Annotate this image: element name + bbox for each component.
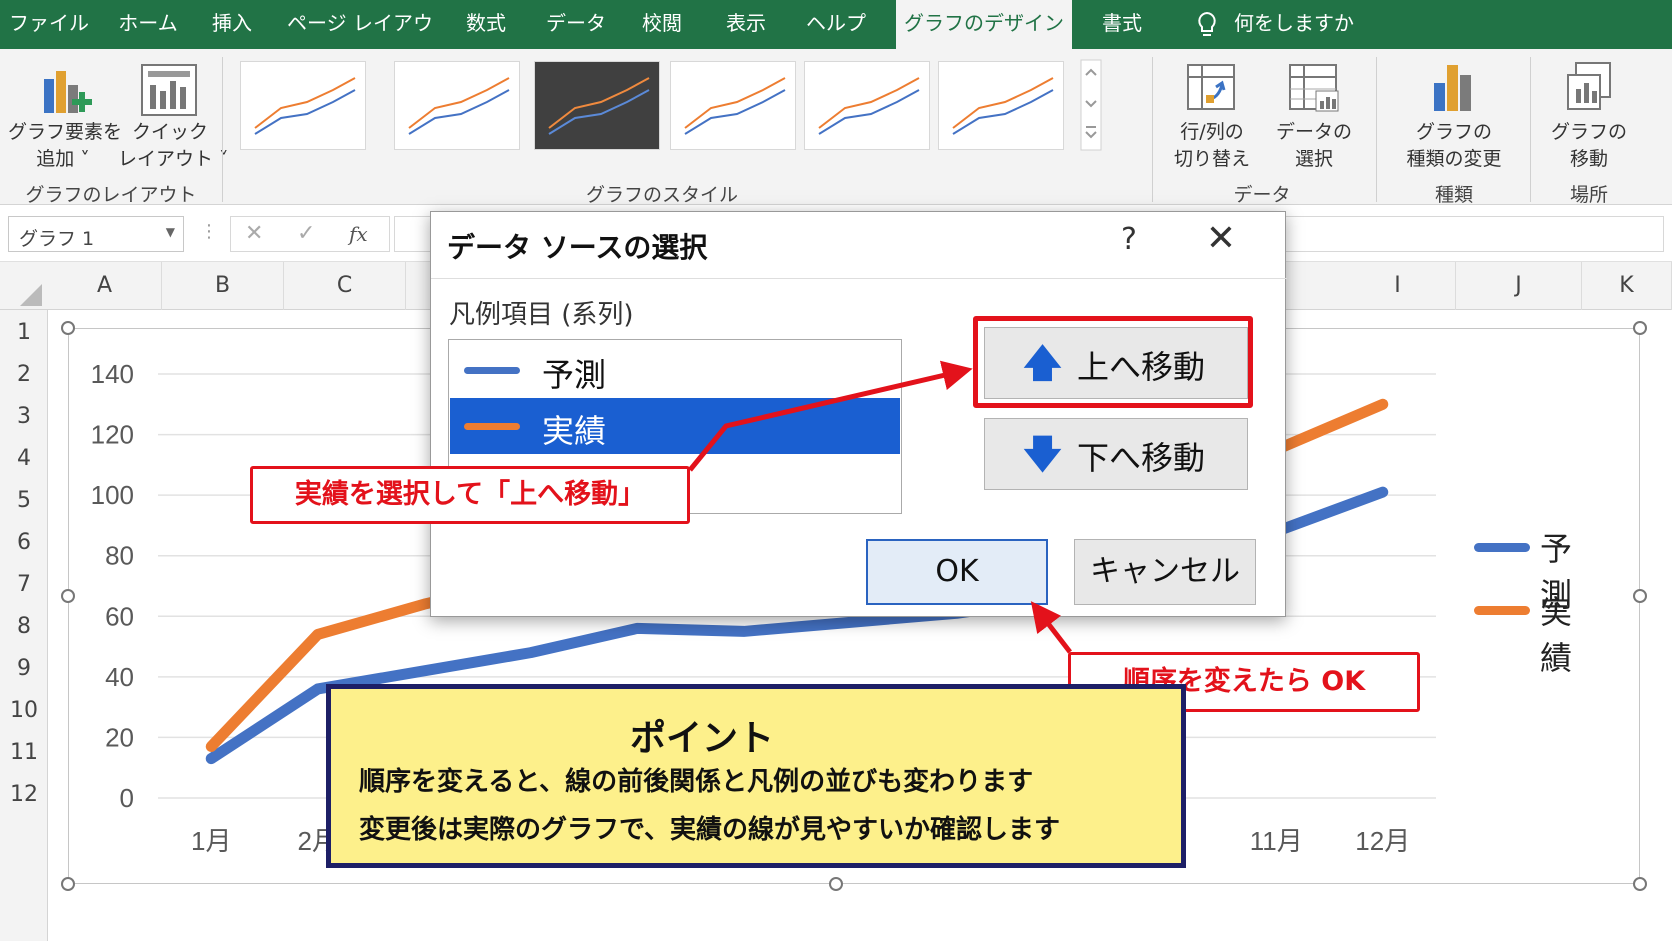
callout-select-actual: 実績を選択して「上へ移動」: [250, 466, 690, 524]
arrow-to-ok: [1030, 601, 1072, 654]
point-text-line: 変更後は実際のグラフで、実績の線が見やすいか確認します: [359, 815, 1060, 845]
arrow-to-move-up: [688, 360, 973, 472]
point-note-box: ポイント 順序を変えると、線の前後関係と凡例の並びも変わります 変更後は実際のグ…: [326, 684, 1186, 868]
point-title: ポイント: [629, 718, 774, 759]
point-text-line: 順序を変えると、線の前後関係と凡例の並びも変わります: [359, 767, 1034, 797]
